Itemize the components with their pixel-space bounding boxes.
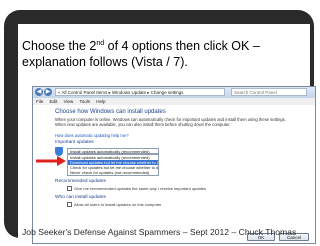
menu-file[interactable]: File: [36, 99, 43, 104]
slide-heading: Choose the 2nd of 4 options then click O…: [22, 38, 310, 70]
search-input[interactable]: Search Control Panel: [231, 88, 307, 96]
heading-superscript: nd: [96, 39, 105, 47]
menu-tools[interactable]: Tools: [80, 99, 91, 104]
recommended-checkbox-label: Give me recommended updates the same way…: [74, 186, 207, 191]
slide-screen: Choose the 2nd of 4 options then click O…: [18, 24, 316, 246]
content-description: When your computer is online, Windows ca…: [55, 117, 286, 127]
recommended-checkbox-row[interactable]: Give me recommended updates the same way…: [67, 186, 287, 192]
red-arrow-icon: [36, 156, 66, 166]
back-button[interactable]: ◀: [35, 88, 43, 96]
windows-update-window: ◀ ▶ « All Control Panel Items ▸ Windows …: [32, 86, 316, 244]
important-updates-label: Important updates: [55, 140, 94, 145]
recommended-checkbox[interactable]: [67, 186, 72, 192]
who-can-install-label: Who can install updates: [55, 195, 106, 200]
who-checkbox-label: Allow all users to install updates on th…: [74, 202, 162, 207]
option-never-check[interactable]: Never check for updates (not recommended…: [68, 170, 158, 175]
content-title: Choose how Windows can install updates: [55, 109, 166, 115]
recommended-updates-label: Recommended updates: [55, 179, 106, 184]
menu-view[interactable]: View: [64, 99, 74, 104]
updates-options-list: Install updates automatically (recommend…: [67, 154, 159, 176]
forward-button[interactable]: ▶: [44, 88, 52, 96]
menu-edit[interactable]: Edit: [50, 99, 58, 104]
settings-content: Choose how Windows can install updates W…: [33, 105, 315, 243]
slide-footer: Job Seeker's Defense Against Spammers – …: [22, 227, 297, 237]
menu-help[interactable]: Help: [96, 99, 105, 104]
help-link[interactable]: How does automatic updating help me?: [55, 133, 129, 138]
breadcrumb[interactable]: « All Control Panel Items ▸ Windows Upda…: [55, 88, 225, 96]
who-checkbox[interactable]: [67, 202, 72, 208]
who-checkbox-row[interactable]: Allow all users to install updates on th…: [67, 202, 287, 208]
heading-part1: Choose the 2: [22, 39, 97, 53]
tablet-frame: Choose the 2nd of 4 options then click O…: [4, 10, 316, 246]
